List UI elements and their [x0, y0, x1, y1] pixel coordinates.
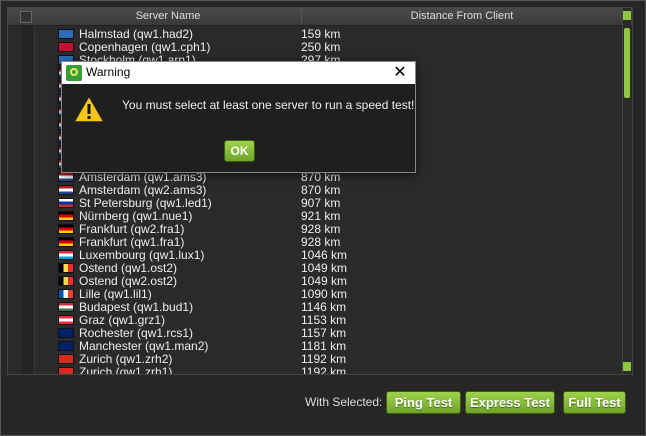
ok-button[interactable]: OK — [224, 140, 255, 162]
app-window: Server Name Distance From Client Halmsta… — [0, 0, 646, 436]
column-header-distance[interactable]: Distance From Client — [302, 8, 623, 25]
flag-icon — [58, 328, 74, 338]
flag-icon — [58, 29, 74, 39]
distance-cell: 1192 km — [301, 365, 347, 375]
server-name-cell: Zurich (qw1.zrh1) — [79, 365, 173, 375]
column-header-server-name[interactable]: Server Name — [35, 8, 302, 25]
flag-icon — [58, 185, 74, 195]
flag-icon — [58, 198, 74, 208]
select-all-checkbox[interactable] — [20, 11, 32, 23]
full-test-button[interactable]: Full Test — [563, 391, 626, 414]
flag-icon — [58, 354, 74, 364]
flag-icon — [58, 42, 74, 52]
flag-icon — [58, 315, 74, 325]
warning-icon — [72, 94, 106, 123]
app-icon — [66, 65, 82, 81]
scroll-up-button[interactable] — [623, 11, 631, 20]
flag-icon — [58, 224, 74, 234]
dialog-title: Warning — [86, 65, 131, 79]
flag-icon — [58, 250, 74, 260]
with-selected-label: With Selected: — [305, 395, 383, 409]
table-header: Server Name Distance From Client — [8, 8, 632, 26]
row-checkbox-column — [22, 26, 35, 374]
flag-icon — [58, 367, 74, 374]
scrollbar-thumb[interactable] — [624, 28, 630, 98]
ping-test-button[interactable]: Ping Test — [386, 391, 461, 414]
scroll-down-button[interactable] — [623, 362, 631, 371]
flag-icon — [58, 237, 74, 247]
flag-icon — [58, 341, 74, 351]
dialog-titlebar: Warning ✕ — [62, 62, 415, 84]
vertical-scrollbar[interactable] — [622, 8, 631, 374]
row-gutter — [35, 26, 53, 374]
dialog-message: You must select at least one server to r… — [122, 98, 415, 112]
flag-icon — [58, 289, 74, 299]
close-icon[interactable]: ✕ — [391, 64, 409, 82]
flag-icon — [58, 276, 74, 286]
express-test-button[interactable]: Express Test — [465, 391, 555, 414]
flag-icon — [58, 263, 74, 273]
dialog-body: You must select at least one server to r… — [62, 84, 415, 172]
flag-icon — [58, 211, 74, 221]
warning-dialog: Warning ✕ You must select at least one s… — [61, 61, 416, 173]
flag-icon — [58, 302, 74, 312]
flag-icon — [58, 172, 74, 182]
